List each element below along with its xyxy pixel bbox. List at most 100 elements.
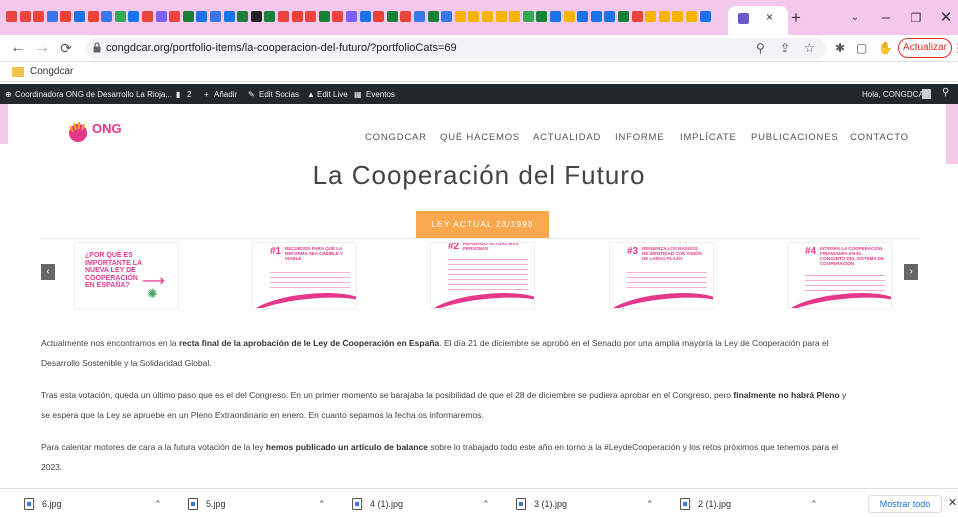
download-item[interactable]: 6.jpg ⌃: [24, 497, 164, 511]
tab-favicon-icon[interactable]: [658, 11, 670, 22]
tab-favicon-icon[interactable]: [373, 11, 385, 22]
wordpress-icon[interactable]: ⊕: [5, 90, 12, 99]
chevron-up-icon[interactable]: ⌃: [318, 497, 326, 511]
avatar[interactable]: [922, 89, 931, 99]
bookmark-congdcar[interactable]: Congdcar: [30, 66, 73, 77]
bookmark-star-icon[interactable]: ☆: [804, 40, 815, 56]
tab-favicon-icon[interactable]: [278, 11, 289, 22]
tab-favicon-icon[interactable]: [509, 11, 521, 22]
tab-favicon-icon[interactable]: [400, 11, 412, 22]
tab-favicon-icon[interactable]: [155, 11, 167, 22]
tab-favicon-icon[interactable]: [482, 11, 493, 22]
tab-favicon-icon[interactable]: [196, 11, 208, 22]
minimize-button[interactable]: –: [874, 7, 898, 29]
article-link[interactable]: hemos publicado un artículo de balance: [266, 442, 428, 452]
window-close-button[interactable]: ✕: [934, 7, 958, 29]
tab-favicon-icon[interactable]: [454, 11, 466, 22]
download-item[interactable]: 2 (1).jpg ⌃: [680, 497, 820, 511]
download-item[interactable]: 3 (1).jpg ⌃: [516, 497, 656, 511]
forward-icon[interactable]: →: [32, 38, 52, 58]
tab-favicon-icon[interactable]: [631, 11, 643, 22]
tab-favicon-icon[interactable]: [101, 11, 113, 22]
tab-close-icon[interactable]: ×: [766, 10, 773, 24]
sidepanel-icon[interactable]: ▢: [856, 40, 867, 56]
tab-favicon-icon[interactable]: [386, 11, 398, 22]
tab-favicon-icon[interactable]: [359, 11, 371, 22]
back-icon[interactable]: ←: [8, 38, 28, 58]
update-button[interactable]: Actualizar: [898, 38, 952, 58]
tab-favicon-icon[interactable]: [441, 11, 453, 22]
nav-actualidad[interactable]: ACTUALIDAD: [533, 132, 601, 143]
chevron-up-icon[interactable]: ⌃: [810, 497, 818, 511]
nav-informe[interactable]: INFORME: [615, 132, 664, 143]
comments-count[interactable]: 2: [187, 90, 191, 99]
menu-dots-icon[interactable]: ⋮: [952, 40, 958, 56]
nav-contacto[interactable]: CONTACTO: [850, 132, 909, 143]
tab-favicon-icon[interactable]: [182, 11, 194, 22]
tab-favicon-icon[interactable]: [46, 11, 58, 22]
admin-edit-socias[interactable]: Edit Socias: [259, 90, 299, 99]
profile-hand-icon[interactable]: ✋: [878, 40, 893, 56]
active-tab[interactable]: ×: [728, 6, 788, 35]
tab-favicon-icon[interactable]: [250, 11, 262, 22]
tab-favicon-icon[interactable]: [332, 11, 344, 22]
admin-add-link[interactable]: Añadir: [214, 90, 237, 99]
zoom-icon[interactable]: ⚲: [756, 40, 765, 56]
tab-favicon-icon[interactable]: [114, 11, 126, 22]
nav-implicate[interactable]: IMPLÍCATE: [680, 132, 737, 143]
tab-favicon-icon[interactable]: [645, 11, 657, 22]
show-all-downloads-button[interactable]: Mostrar todo: [868, 495, 942, 513]
tab-favicon-icon[interactable]: [264, 11, 276, 22]
share-icon[interactable]: ⇪: [780, 40, 790, 56]
tab-favicon-icon[interactable]: [318, 11, 330, 22]
nav-congdcar[interactable]: CONGDCAR: [365, 132, 427, 143]
tab-favicon-icon[interactable]: [169, 11, 181, 22]
tab-favicon-icon[interactable]: [522, 11, 534, 22]
tab-favicon-icon[interactable]: [468, 11, 480, 22]
admin-events[interactable]: Eventos: [366, 90, 395, 99]
tab-favicon-icon[interactable]: [291, 11, 303, 22]
tab-favicon-icon[interactable]: [550, 11, 561, 22]
carousel-next-button[interactable]: ›: [904, 264, 918, 280]
reload-icon[interactable]: ⟳: [56, 38, 76, 58]
tab-favicon-icon[interactable]: [427, 11, 439, 22]
extensions-icon[interactable]: ✱: [835, 40, 845, 56]
tab-favicon-icon[interactable]: [87, 11, 99, 22]
tab-favicon-icon[interactable]: [563, 11, 575, 22]
tab-favicon-icon[interactable]: [699, 11, 711, 22]
carousel-slide[interactable]: #2 Refuerzo actual más personas: [430, 242, 535, 309]
chevron-up-icon[interactable]: ⌃: [154, 497, 162, 511]
tab-favicon-icon[interactable]: [604, 11, 616, 22]
tab-favicon-icon[interactable]: [74, 11, 85, 22]
tab-favicon-icon[interactable]: [346, 11, 357, 22]
tab-favicon-icon[interactable]: [495, 11, 507, 22]
tab-favicon-icon[interactable]: [60, 11, 72, 22]
carousel-slide[interactable]: #4 Integra la cooperación financiera en …: [787, 242, 892, 309]
tab-favicon-icon[interactable]: [142, 11, 153, 22]
new-tab-button[interactable]: +: [784, 7, 808, 29]
tab-favicon-icon[interactable]: [686, 11, 697, 22]
admin-search-icon[interactable]: ⚲: [942, 88, 949, 98]
download-item[interactable]: 5.jpg ⌃: [188, 497, 328, 511]
admin-greeting[interactable]: Hola, CONGDCAR: [862, 90, 930, 99]
close-downloads-icon[interactable]: ✕: [948, 496, 957, 509]
nav-publicaciones[interactable]: PUBLICACIONES: [751, 132, 838, 143]
site-logo[interactable]: ONG: [64, 116, 122, 146]
tab-favicon-icon[interactable]: [414, 11, 425, 22]
carousel-prev-button[interactable]: ‹: [41, 264, 55, 280]
restore-button[interactable]: ❐: [904, 7, 928, 29]
tab-favicon-icon[interactable]: [237, 11, 249, 22]
tab-favicon-icon[interactable]: [6, 11, 17, 22]
nav-que-hacemos[interactable]: QUÉ HACEMOS: [440, 132, 520, 143]
admin-edit-live[interactable]: Edit Live: [317, 90, 348, 99]
tab-favicon-icon[interactable]: [33, 11, 45, 22]
admin-site-link[interactable]: Coordinadora ONG de Desarrollo La Rioja.…: [15, 90, 172, 99]
tab-search-icon[interactable]: ⌄: [843, 7, 867, 29]
tab-favicon-icon[interactable]: [305, 11, 317, 22]
carousel-slide[interactable]: ¿POR QUÉ ES IMPORTANTE LA NUEVA LEY DE C…: [74, 242, 179, 309]
tab-favicon-icon[interactable]: [223, 11, 235, 22]
download-item[interactable]: 4 (1).jpg ⌃: [352, 497, 492, 511]
chevron-up-icon[interactable]: ⌃: [646, 497, 654, 511]
tab-favicon-icon[interactable]: [128, 11, 140, 22]
tab-ley-actual[interactable]: LEY ACTUAL 23/1998: [416, 211, 549, 238]
